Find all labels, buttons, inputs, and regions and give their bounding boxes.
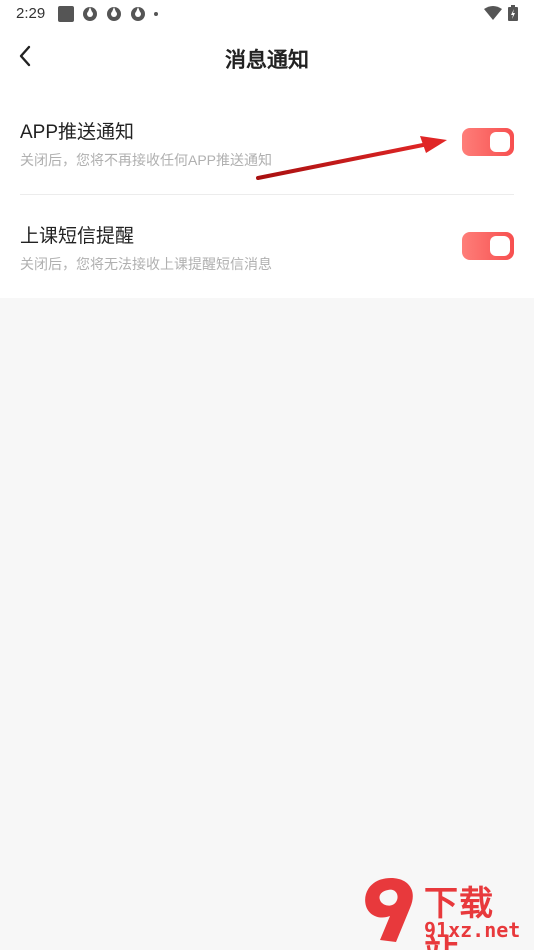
app-bar: 消息通知: [0, 28, 534, 90]
battery-icon: [508, 5, 518, 26]
sync-icon: [82, 6, 98, 22]
page-title: 消息通知: [225, 49, 309, 72]
status-bar: 2:29: [0, 0, 534, 28]
sync-icon: [130, 6, 146, 22]
app-notification-icon: [58, 6, 74, 22]
system-icons: [484, 5, 518, 26]
wifi-icon: [484, 6, 502, 25]
setting-description: 关闭后，您将不再接收任何APP推送通知: [20, 152, 273, 168]
sync-icon: [106, 6, 122, 22]
class-sms-toggle[interactable]: [462, 232, 514, 260]
status-time: 2:29: [16, 5, 46, 22]
toggle-knob: [490, 132, 510, 152]
setting-description: 关闭后，您将无法接收上课提醒短信消息: [20, 256, 272, 272]
notification-icons: [58, 5, 158, 23]
watermark-domain: 91xz.net: [424, 918, 521, 942]
setting-row-class-sms: 上课短信提醒 关闭后，您将无法接收上课提醒短信消息: [20, 194, 514, 298]
more-notifications-icon: [154, 12, 158, 16]
app-push-toggle[interactable]: [462, 128, 514, 156]
setting-row-app-push: APP推送通知 关闭后，您将不再接收任何APP推送通知: [20, 90, 514, 195]
setting-title: 上课短信提醒: [20, 226, 135, 247]
watermark-logo: 下载站 91xz.net: [358, 874, 528, 950]
watermark-nine-icon: [365, 878, 413, 942]
toggle-knob: [490, 236, 510, 256]
screen: 2:29 消息通知 APP推送通知 关闭后，您将不再接收任何APP推送通知 上课…: [0, 0, 534, 950]
settings-list: APP推送通知 关闭后，您将不再接收任何APP推送通知 上课短信提醒 关闭后，您…: [0, 90, 534, 298]
setting-title: APP推送通知: [20, 122, 135, 143]
